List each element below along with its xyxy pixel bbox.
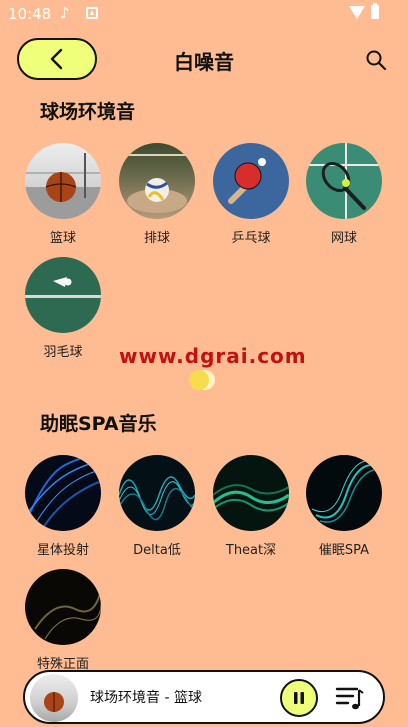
wave-icon bbox=[213, 455, 289, 531]
watermark: www.dgrai.com bbox=[119, 344, 307, 368]
now-playing-artwork bbox=[30, 674, 78, 722]
ping-pong-icon bbox=[213, 143, 289, 219]
sound-item-delta[interactable]: Delta低 bbox=[112, 455, 202, 558]
sound-item-theta[interactable]: Theat深 bbox=[206, 455, 296, 558]
playlist-icon bbox=[335, 687, 364, 710]
sound-item-tennis[interactable]: 网球 bbox=[299, 143, 389, 246]
sound-item-special[interactable]: 特殊正面 bbox=[18, 569, 108, 672]
basketball-icon bbox=[25, 143, 101, 219]
loading-indicator bbox=[187, 369, 217, 391]
music-note-icon: ♪ bbox=[60, 4, 70, 22]
pause-icon bbox=[294, 692, 304, 704]
search-icon bbox=[366, 50, 387, 71]
item-label: 乒乓球 bbox=[231, 231, 271, 246]
sound-item-badminton[interactable]: 羽毛球 bbox=[18, 257, 108, 360]
wave-icon bbox=[25, 455, 101, 531]
item-label: 网球 bbox=[330, 231, 357, 246]
section-title-spa: 助眠SPA音乐 bbox=[40, 413, 157, 435]
status-time: 10:48 bbox=[8, 5, 52, 23]
item-label: 羽毛球 bbox=[43, 345, 83, 360]
section-title-court: 球场环境音 bbox=[40, 101, 136, 123]
battery-icon bbox=[371, 3, 379, 19]
item-label: 星体投射 bbox=[36, 543, 89, 558]
tennis-icon bbox=[306, 143, 382, 219]
volleyball-icon bbox=[119, 143, 195, 219]
item-label: Theat深 bbox=[225, 543, 277, 558]
badminton-icon bbox=[25, 257, 101, 333]
sound-item-astral[interactable]: 星体投射 bbox=[18, 455, 108, 558]
playlist-button[interactable] bbox=[335, 684, 365, 712]
status-bar: 10:48 ♪ bbox=[0, 0, 408, 28]
item-label: 篮球 bbox=[49, 231, 76, 246]
item-label: 催眠SPA bbox=[318, 543, 370, 558]
wifi-icon bbox=[349, 6, 365, 19]
app-notification-icon bbox=[86, 7, 98, 19]
page-title: 白噪音 bbox=[174, 50, 234, 74]
sound-item-basketball[interactable]: 篮球 bbox=[18, 143, 108, 246]
sound-item-hypnosis[interactable]: 催眠SPA bbox=[299, 455, 389, 558]
pause-button[interactable] bbox=[280, 679, 318, 717]
item-label: Delta低 bbox=[133, 543, 181, 558]
wave-icon bbox=[119, 455, 195, 531]
search-button[interactable] bbox=[364, 48, 388, 72]
now-playing-title: 球场环境音 - 篮球 bbox=[90, 690, 202, 706]
wave-icon bbox=[306, 455, 382, 531]
mini-player[interactable]: 球场环境音 - 篮球 bbox=[23, 670, 385, 724]
wave-icon bbox=[25, 569, 101, 645]
sound-item-pingpong[interactable]: 乒乓球 bbox=[206, 143, 296, 246]
sound-item-volleyball[interactable]: 排球 bbox=[112, 143, 202, 246]
item-label: 排球 bbox=[143, 231, 170, 246]
